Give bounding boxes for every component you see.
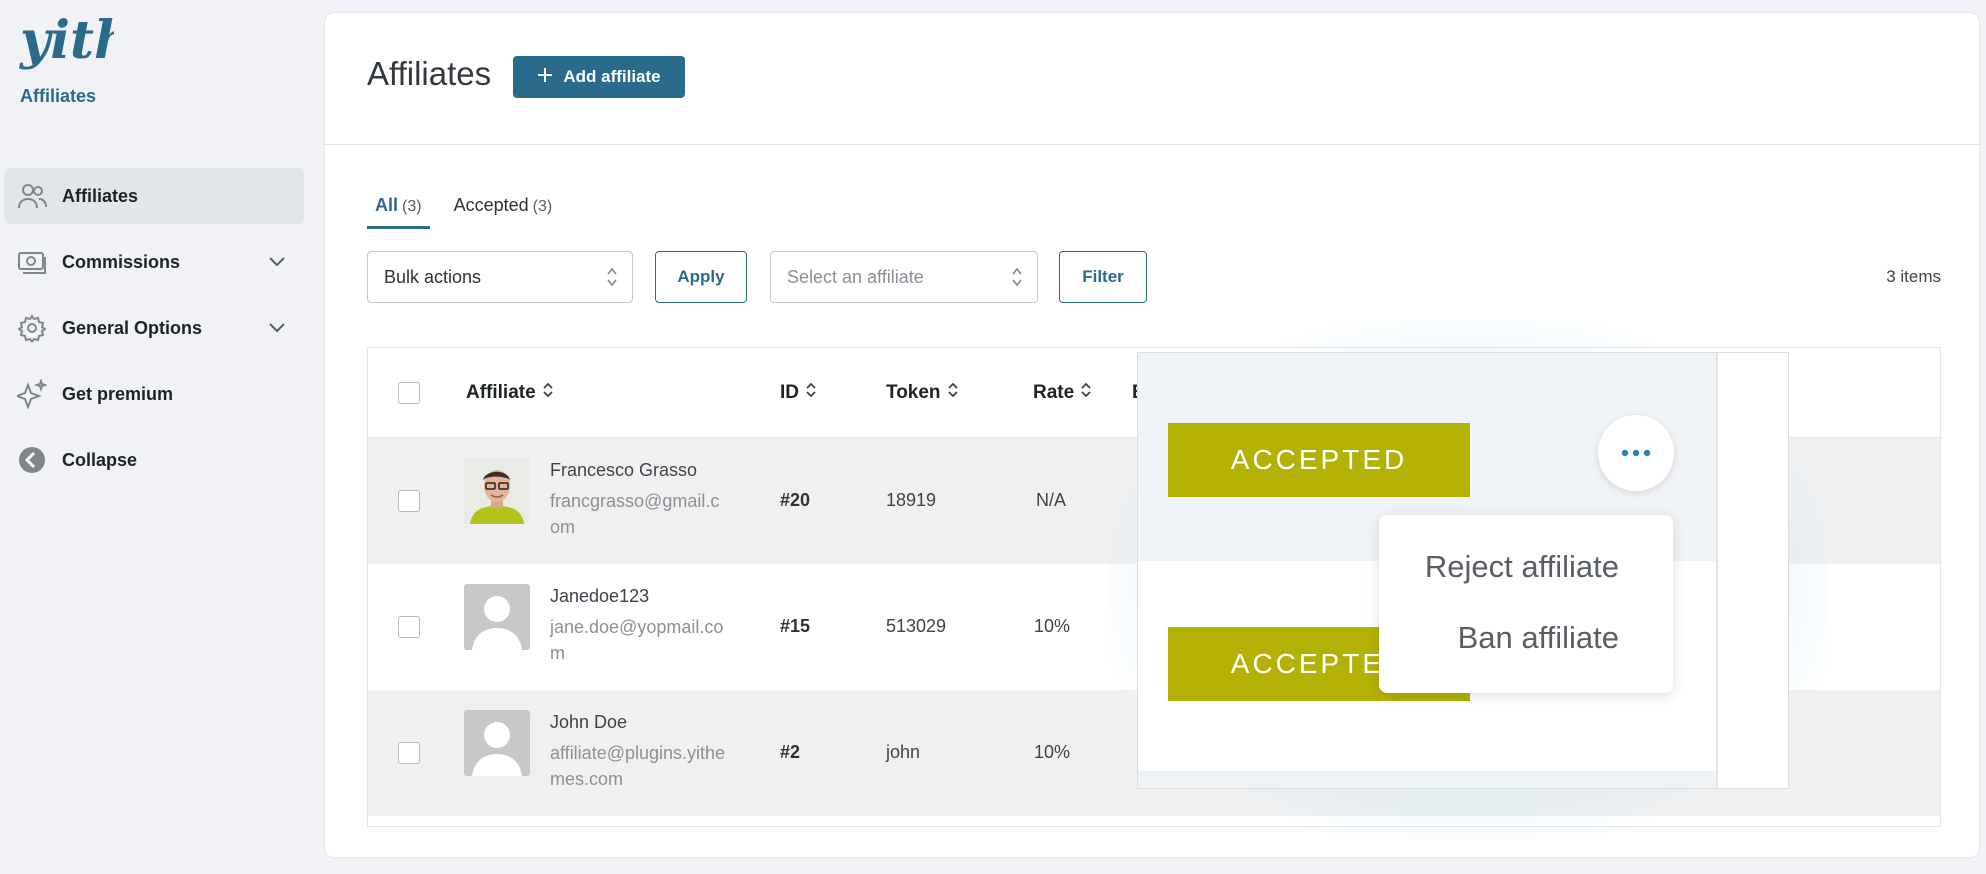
sort-icon: [947, 382, 959, 404]
zoom-side-column: [1716, 353, 1788, 788]
column-label: Token: [886, 382, 941, 403]
affiliate-token: john: [886, 742, 921, 762]
table-toolbar: Bulk actions Apply Select an affiliate F…: [367, 251, 1941, 305]
money-icon: [16, 246, 48, 278]
collapse-arrow-icon: [16, 444, 48, 476]
tab-label: All: [375, 195, 399, 215]
affiliate-id: #15: [780, 616, 811, 636]
bulk-actions-value: Bulk actions: [384, 266, 482, 287]
affiliate-token: 18919: [886, 490, 937, 510]
sidebar-item-collapse[interactable]: Collapse: [4, 432, 304, 488]
page-title: Affiliates: [367, 55, 492, 92]
sidebar-item-general-options[interactable]: General Options: [4, 300, 304, 356]
sidebar-item-affiliates[interactable]: Affiliates: [4, 168, 304, 224]
select-arrows-icon: [606, 266, 618, 293]
menu-item-reject-affiliate[interactable]: Reject affiliate: [1425, 549, 1619, 585]
chevron-down-icon[interactable]: [268, 318, 286, 339]
sparkle-icon: [16, 378, 48, 410]
tab-accepted[interactable]: Accepted (3): [446, 183, 561, 229]
column-token[interactable]: Token: [886, 382, 959, 404]
affiliate-rate: 10%: [1034, 742, 1071, 762]
tab-all[interactable]: All (3): [367, 183, 430, 229]
add-affiliate-label: Add affiliate: [563, 67, 661, 86]
sidebar-item-label: General Options: [62, 317, 203, 338]
sidebar-item-get-premium[interactable]: Get premium: [4, 366, 304, 422]
column-label: Rate: [1033, 382, 1075, 403]
add-affiliate-button[interactable]: Add affiliate: [513, 56, 685, 98]
yith-logo[interactable]: yith: [18, 8, 114, 74]
ellipsis-icon: [1621, 444, 1651, 462]
affiliate-name[interactable]: Janedoe123: [550, 586, 649, 607]
affiliate-id: #20: [780, 490, 811, 510]
page-header: Affiliates Add affiliate: [325, 13, 1979, 145]
column-label: ID: [780, 382, 799, 403]
brand-subtitle: Affiliates: [20, 86, 97, 106]
tab-count: (3): [532, 198, 553, 215]
row-checkbox[interactable]: [398, 490, 420, 512]
gear-icon: [16, 312, 48, 344]
affiliate-email: affiliate@plugins.yithemes.com: [550, 743, 726, 789]
avatar: [464, 710, 530, 776]
apply-button[interactable]: Apply: [655, 251, 747, 303]
avatar: [464, 458, 530, 524]
actions-zoom-callout: ACCEPTED ACCEPTED Reject affiliate Ban a…: [1137, 352, 1789, 789]
select-affiliate-dropdown[interactable]: Select an affiliate: [770, 251, 1038, 303]
sidebar-item-label: Commissions: [62, 251, 181, 272]
row-checkbox[interactable]: [398, 616, 420, 638]
svg-text:yith: yith: [19, 10, 114, 71]
sort-icon: [542, 382, 554, 404]
chevron-down-icon[interactable]: [268, 252, 286, 273]
status-tabs: All (3) Accepted (3): [367, 183, 576, 229]
sidebar-item-commissions[interactable]: Commissions: [4, 234, 304, 290]
menu-item-ban-affiliate[interactable]: Ban affiliate: [1458, 620, 1619, 656]
sort-icon: [805, 382, 817, 404]
affiliate-rate: N/A: [1036, 490, 1067, 510]
column-rate[interactable]: Rate: [1033, 382, 1092, 404]
column-label: Affiliate: [466, 382, 536, 403]
affiliate-email: jane.doe@yopmail.com: [550, 617, 724, 663]
affiliate-name[interactable]: John Doe: [550, 712, 627, 733]
row-checkbox[interactable]: [398, 742, 420, 764]
column-affiliate[interactable]: Affiliate: [466, 382, 554, 404]
sidebar-item-label: Collapse: [62, 449, 138, 470]
tab-label: Accepted: [453, 195, 529, 215]
tab-count: (3): [402, 198, 422, 215]
select-affiliate-placeholder: Select an affiliate: [787, 266, 924, 287]
select-all-checkbox[interactable]: [398, 382, 420, 404]
sidebar: yith Affiliates Affiliates Commissions G…: [0, 0, 310, 874]
bulk-actions-select[interactable]: Bulk actions: [367, 251, 633, 303]
affiliate-rate: 10%: [1034, 616, 1071, 636]
select-arrows-icon: [1011, 266, 1023, 293]
items-count: 3 items: [1886, 267, 1941, 286]
sidebar-nav: Affiliates Commissions General Options G…: [4, 168, 304, 498]
column-id[interactable]: ID: [780, 382, 817, 404]
actions-menu: Reject affiliate Ban affiliate: [1379, 515, 1673, 693]
avatar: [464, 584, 530, 650]
sidebar-item-label: Affiliates: [62, 185, 139, 206]
users-icon: [16, 180, 48, 212]
affiliate-id: #2: [780, 742, 801, 762]
sidebar-item-label: Get premium: [62, 383, 174, 404]
filter-button[interactable]: Filter: [1059, 251, 1147, 303]
sort-icon: [1080, 382, 1092, 404]
affiliate-token: 513029: [886, 616, 947, 636]
more-actions-button[interactable]: [1598, 415, 1674, 491]
status-badge: ACCEPTED: [1168, 423, 1470, 497]
affiliate-email: francgrasso@gmail.com: [550, 491, 720, 537]
affiliate-name[interactable]: Francesco Grasso: [550, 460, 697, 481]
plus-icon: [537, 67, 553, 88]
